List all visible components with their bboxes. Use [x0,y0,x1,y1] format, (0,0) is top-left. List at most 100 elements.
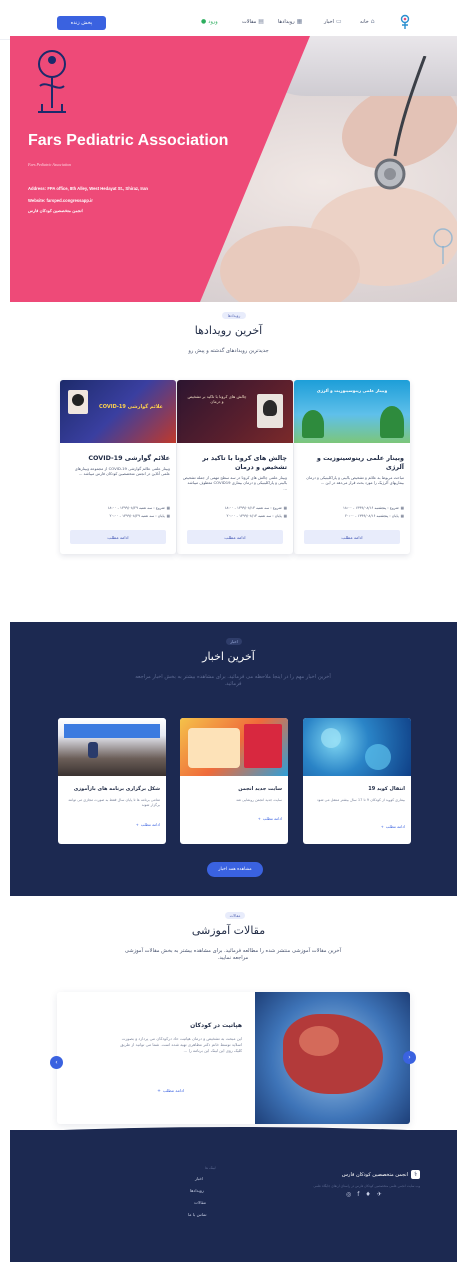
view-all-news-button[interactable]: مشاهده همه اخبار [207,862,263,877]
news-card[interactable]: شکل برگزاری برنامه های بازآموزی تمامی بر… [58,718,166,844]
event-poster-image: علائم گوارشی COVID-19 [60,380,176,443]
news-image [303,718,411,776]
news-read-more-link[interactable]: ادامه مطلب + [381,824,405,829]
article-card[interactable]: هپاتیت در کودکان این مبحث به تشخیص و درم… [57,992,410,1124]
association-logo-icon[interactable] [398,14,412,30]
hero-association-logo-icon [38,50,66,113]
hero-script-text: Fars Pediatric Association [28,162,72,167]
carousel-next-button[interactable]: › [403,1051,416,1064]
event-card[interactable]: علائم گوارشی COVID-19 علائم گوارشی COVID… [60,380,176,554]
event-title[interactable]: وبینار علمی رینوسینوزیت و آلرژی [300,454,404,471]
footer-social: ◎ f ♦ ✈ [346,1191,382,1198]
event-title[interactable]: علائم گوارشی COVID-19 [66,454,170,463]
nav-events-label: رویدادها [278,18,295,25]
article-description: این مبحث به تشخیص و درمان هپاتیت حاد درک… [120,1036,242,1053]
news-read-more-label: ادامه مطلب [385,824,405,829]
event-read-more-button[interactable]: ادامه مطلب [70,530,166,544]
hero-fa-name: انجمن متخصصین کودکان فارس [28,208,83,213]
login-icon: ● [201,18,207,25]
chevron-left-icon: ‹ [55,1059,58,1066]
twitter-icon[interactable]: ♦ [365,1191,370,1198]
calendar-icon: ▦ [166,506,170,510]
event-poster-image: وبینار علمی رینوسینوزیت و آلرژی [294,380,410,443]
footer-link-news[interactable]: اخبار [195,1176,203,1181]
news-read-more-link[interactable]: ادامه مطلب + [258,816,282,821]
footer-logo-icon: ⚕ [411,1170,420,1179]
news-icon: ▭ [335,18,342,25]
event-end-text: پایان : سه شنبه ۱۳۹۹/۰۸/۲۹ - ۲۰:۰۰ [109,514,165,518]
event-description: وبینار علمی علائم گوارشی COVID-19 از مجم… [74,466,170,477]
event-poster-text: چالش های کرونا با تاکید بر تشخیص و درمان [187,394,247,404]
event-start-text: شروع : سه شنبه ۱۳۹۹/۰۸/۲۹ - ۱۸:۰۰ [107,506,165,510]
calendar-icon: ▦ [283,506,287,510]
footer: ⚕ انجمن متخصصین کودکان فارس وب سایت انجم… [10,1127,457,1262]
news-description: سایت جدید انجمن رونمایی شد [236,798,282,802]
facebook-icon[interactable]: f [357,1191,359,1198]
news-pill: اخبار [226,638,242,645]
news-title[interactable]: شکل برگزاری برنامه های بازآموزی [74,786,160,792]
article-image [255,992,410,1124]
nav-events-link[interactable]: رویدادها ▦ [278,18,302,25]
top-navbar: پخش زنده ● ورود مقالات ▤ رویدادها ▦ اخبا… [0,0,457,40]
footer-wave [10,1127,457,1138]
news-subtitle: آخرین اخبار مهم را در اینجا ملاحظه می فر… [135,674,331,687]
nav-articles-label: مقالات [242,18,257,25]
news-title[interactable]: انتقال کوید 19 [368,786,405,792]
event-start-text: شروع : سه شنبه ۱۳۹۹/۰۸/۱۳ - ۱۸:۰۰ [224,506,282,510]
calendar-icon: ▦ [400,506,404,510]
footer-link-contact[interactable]: تماس با ما [188,1212,207,1217]
event-description: مباحث مربوط به علائم و تشخیص بالینی و پا… [306,475,404,486]
event-read-more-button[interactable]: ادامه مطلب [304,530,400,544]
event-read-more-button[interactable]: ادامه مطلب [187,530,283,544]
event-start-text: شروع : پنجشنبه ۱۳۹۹/۰۸/۱۶ - ۱۸:۰۰ [342,506,399,510]
nav-news-link[interactable]: اخبار ▭ [324,18,342,25]
nav-home-label: خانه [360,18,369,25]
news-read-more-link[interactable]: ادامه مطلب + [136,822,160,827]
event-poster-image: چالش های کرونا با تاکید بر تشخیص و درمان [177,380,293,443]
news-card[interactable]: انتقال کوید 19 بیماری کووید از کودکان 9 … [303,718,411,844]
home-icon: ⌂ [370,18,375,25]
nav-login-link[interactable]: ● ورود [201,18,218,25]
event-title[interactable]: چالش های کرونا با تاکید بر تشخیص و درمان [183,454,287,471]
event-card[interactable]: وبینار علمی رینوسینوزیت و آلرژی وبینار ع… [294,380,410,554]
telegram-icon[interactable]: ✈ [377,1191,382,1198]
event-card[interactable]: چالش های کرونا با تاکید بر تشخیص و درمان… [177,380,293,554]
event-description: وبینار علمی چالش های کرونا در سه سطح مهم… [183,475,287,491]
plus-icon: + [135,822,139,827]
event-end-text: پایان : پنجشنبه ۱۳۹۹/۰۸/۱۶ - ۲۰:۰۰ [345,514,399,518]
footer-link-articles[interactable]: مقالات [194,1200,206,1205]
nav-home-link[interactable]: خانه ⌂ [360,18,375,25]
footer-links-title: لینک ها [205,1166,216,1170]
news-card[interactable]: سایت جدید انجمن سایت جدید انجمن رونمایی … [180,718,288,844]
hero-pink-overlay [10,36,310,302]
articles-subtitle: آخرین مقالات آموزشی منتشر شده را مطالعه … [124,948,342,961]
news-description: بیماری کووید از کودکان 9 تا 17 سال بیشتر… [317,798,405,802]
event-start-date: ▦ شروع : پنجشنبه ۱۳۹۹/۰۸/۱۶ - ۱۸:۰۰ [343,506,404,510]
footer-link-events[interactable]: رویدادها [190,1188,204,1193]
event-start-date: ▦ شروع : سه شنبه ۱۳۹۹/۰۸/۱۳ - ۱۸:۰۰ [224,506,287,510]
carousel-prev-button[interactable]: ‹ [50,1056,63,1069]
footer-org-desc: وب سایت انجمن علمی متخصصین کودکان فارس د… [313,1184,420,1188]
news-read-more-label: ادامه مطلب [140,822,160,827]
hero-banner: Fars Pediatric Association Fars Pediatri… [10,36,457,302]
instagram-icon[interactable]: ◎ [346,1191,351,1198]
hero-title: Fars Pediatric Association [28,132,229,149]
articles-title: مقالات آموزشی [191,924,266,937]
event-start-date: ▦ شروع : سه شنبه ۱۳۹۹/۰۸/۲۹ - ۱۸:۰۰ [107,506,170,510]
news-title[interactable]: سایت جدید انجمن [238,786,282,792]
event-poster-text: وبینار علمی رینوسینوزیت و آلرژی [316,388,388,393]
plus-icon: + [157,1088,161,1093]
nav-articles-link[interactable]: مقالات ▤ [242,18,264,25]
news-image [58,718,166,776]
news-description: تمامی برنامه ها تا پایان سال فقط به صورت… [68,798,160,808]
calendar-icon: ▦ [283,514,287,518]
live-stream-button[interactable]: پخش زنده [57,16,106,30]
events-pill: رویدادها [222,312,246,319]
chevron-right-icon: › [408,1054,411,1061]
calendar-icon: ▦ [296,18,303,25]
footer-org-name: انجمن متخصصین کودکان فارس [341,1171,408,1178]
hero-website[interactable]: Website: farsped.congressapp.ir [28,198,93,203]
article-read-more-link[interactable]: ادامه مطلب + [157,1088,184,1093]
article-title[interactable]: هپاتیت در کودکان [190,1022,242,1029]
article-read-more-label: ادامه مطلب [162,1088,184,1093]
